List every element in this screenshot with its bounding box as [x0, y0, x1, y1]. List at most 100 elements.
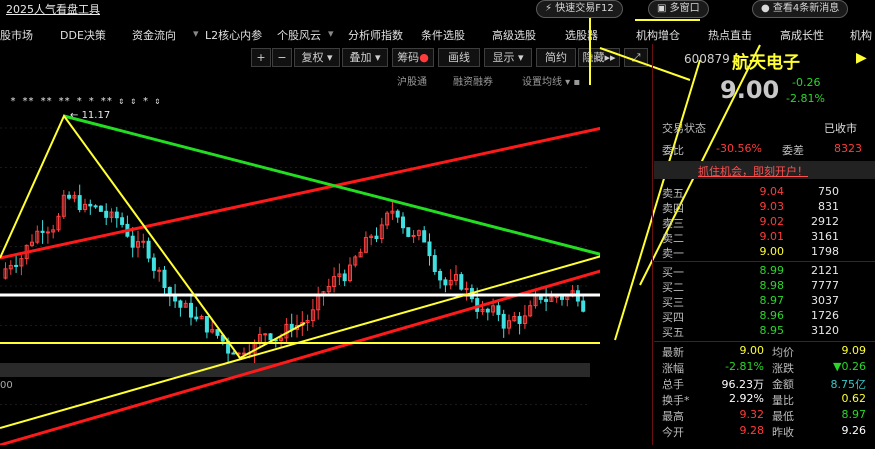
draw-line-button[interactable]: 画线 — [438, 48, 480, 67]
stat-label: 最高 — [662, 410, 684, 423]
candlesticks — [3, 184, 586, 365]
display-button[interactable]: 显示 ▾ — [484, 48, 532, 67]
bid-label: 买二 — [662, 281, 684, 294]
menu-hotspot[interactable]: 热点直击 — [708, 27, 752, 43]
stat-value: 9.00 — [739, 344, 765, 357]
menu-stock-news[interactable]: 个股风云 — [277, 27, 321, 43]
candle-body — [157, 269, 162, 272]
candle-body — [88, 203, 93, 207]
menu-dde[interactable]: DDE决策 — [60, 27, 106, 43]
stat-value: 9.26 — [841, 424, 867, 437]
menu-stock-picker[interactable]: 选股器 — [565, 27, 598, 43]
bid-label: 买五 — [662, 326, 684, 339]
stats-divider — [654, 341, 875, 342]
bid-volume: 3037 — [811, 294, 839, 307]
ma-settings-button[interactable]: 设置均线 ▾ ▪ — [522, 73, 580, 88]
candle-body — [459, 274, 464, 290]
candle-body — [40, 230, 45, 233]
candle-body — [98, 205, 103, 212]
zoom-in-button[interactable]: + — [251, 48, 271, 67]
red-support-line[interactable] — [0, 246, 681, 447]
candle-body — [231, 352, 236, 355]
menu-separator-2: ▾ — [328, 27, 334, 40]
margin-link[interactable]: 融资融券 — [453, 73, 493, 88]
ma-label: 设置均线 — [522, 77, 562, 88]
candle-body — [130, 235, 135, 248]
candle-body — [496, 305, 501, 315]
yellow-channel-line[interactable] — [0, 184, 851, 429]
stat-value: 9.28 — [739, 424, 765, 437]
quick-trade-button[interactable]: ⚡ 快速交易F12 — [536, 0, 623, 18]
menu-separator-1: ▾ — [193, 27, 199, 40]
menu-analyst-index[interactable]: 分析师指数 — [348, 27, 403, 43]
ask-4-row[interactable]: 卖四 9.03 831 — [654, 200, 875, 215]
ask-volume: 2912 — [811, 215, 839, 228]
ask-5-row[interactable]: 卖五 9.04 750 — [654, 185, 875, 200]
wei-cha-label: 委差 — [782, 144, 804, 157]
kline-chart[interactable]: * ** ** ** * * ** ⇕ ⇕ * ⇕ 11.0010.5010.0… — [0, 88, 856, 447]
bid-price: 8.99 — [759, 264, 785, 277]
chips-label: 筹码 — [397, 51, 420, 64]
overlay-label: 叠加 — [349, 51, 372, 64]
stats-row: 换手* 2.92% 量比 0.62 — [654, 392, 875, 407]
bid-label: 买三 — [662, 296, 684, 309]
hgt-link[interactable]: 沪股通 — [397, 73, 427, 88]
menu-market[interactable]: 股市场 — [0, 27, 33, 43]
menu-capital-flow[interactable]: 资金流向 — [132, 27, 176, 43]
ask-1-row[interactable]: 卖一 9.00 1798 — [654, 245, 875, 260]
account-banner[interactable]: 抓住机会，即刻开户！ — [654, 161, 875, 179]
candle-body — [485, 308, 490, 313]
stat-value: ▼0.26 — [833, 360, 866, 373]
menu-high-growth[interactable]: 高成长性 — [780, 27, 824, 43]
chips-button[interactable]: 筹码● — [392, 48, 434, 67]
ask-2-row[interactable]: 卖二 9.01 3161 — [654, 230, 875, 245]
candle-body — [146, 240, 151, 259]
menu-condition-pick[interactable]: 条件选股 — [421, 27, 465, 43]
bid-4-row[interactable]: 买四 8.96 1726 — [654, 309, 875, 324]
bid-2-row[interactable]: 买二 8.98 7777 — [654, 279, 875, 294]
bid-volume: 3120 — [811, 324, 839, 337]
menu-advanced-pick[interactable]: 高级选股 — [492, 27, 536, 43]
app-title[interactable]: 2025人气看盘工具 — [6, 1, 100, 17]
quick-trade-label: 快速交易F12 — [555, 3, 614, 14]
restore-rights-button[interactable]: 复权 ▾ — [294, 48, 340, 67]
stat-value: 8.75亿 — [830, 378, 867, 391]
bid-5-row[interactable]: 买五 8.95 3120 — [654, 324, 875, 339]
zoom-out-button[interactable]: − — [272, 48, 292, 67]
messages-button[interactable]: ● 查看4条新消息 — [752, 0, 849, 18]
stats-row: 最新 9.00 均价 9.09 — [654, 344, 875, 359]
ask-3-row[interactable]: 卖三 9.02 2912 — [654, 215, 875, 230]
wei-cha-value: 8323 — [834, 142, 862, 155]
expand-icon[interactable]: ⤢ — [624, 48, 648, 67]
menu-institution[interactable]: 机构 — [850, 27, 872, 43]
candle-body — [204, 316, 209, 333]
overlay-button[interactable]: 叠加 ▾ — [342, 48, 388, 67]
candle-body — [432, 255, 437, 272]
candle-body — [167, 286, 172, 295]
ask-label: 卖三 — [662, 217, 684, 230]
candle-body — [438, 270, 443, 281]
menu-l2[interactable]: L2核心内参 — [205, 27, 262, 43]
menu-institution-add[interactable]: 机构增仓 — [636, 27, 680, 43]
stat-value: 9.32 — [739, 408, 765, 421]
volume-area-strip — [0, 363, 590, 377]
candle-body — [443, 279, 448, 286]
hide-button[interactable]: 隐藏▸▸ — [578, 48, 620, 67]
banner-text: 抓住机会，即刻开户！ — [698, 165, 808, 178]
bid-1-row[interactable]: 买一 8.99 2121 — [654, 264, 875, 279]
simple-mode-button[interactable]: 简约 — [536, 48, 576, 67]
bottom-left-label: 00 — [0, 380, 13, 391]
multi-window-button[interactable]: ▣ 多窗口 — [648, 0, 709, 18]
stat-value: 0.62 — [841, 392, 867, 405]
ask-price: 9.01 — [759, 230, 785, 243]
bid-3-row[interactable]: 买三 8.97 3037 — [654, 294, 875, 309]
yellow-zigzag-line[interactable] — [0, 114, 306, 360]
next-stock-icon[interactable]: ▶ — [856, 50, 867, 66]
candle-body — [141, 240, 146, 243]
signal-marks: * ** ** ** * * ** ⇕ ⇕ * ⇕ — [10, 96, 161, 107]
candle-body — [14, 264, 19, 267]
lightning-icon: ⚡ — [545, 3, 553, 14]
candle-body — [189, 302, 193, 318]
bid-label: 买四 — [662, 311, 684, 324]
stat-label: 昨收 — [772, 426, 794, 439]
